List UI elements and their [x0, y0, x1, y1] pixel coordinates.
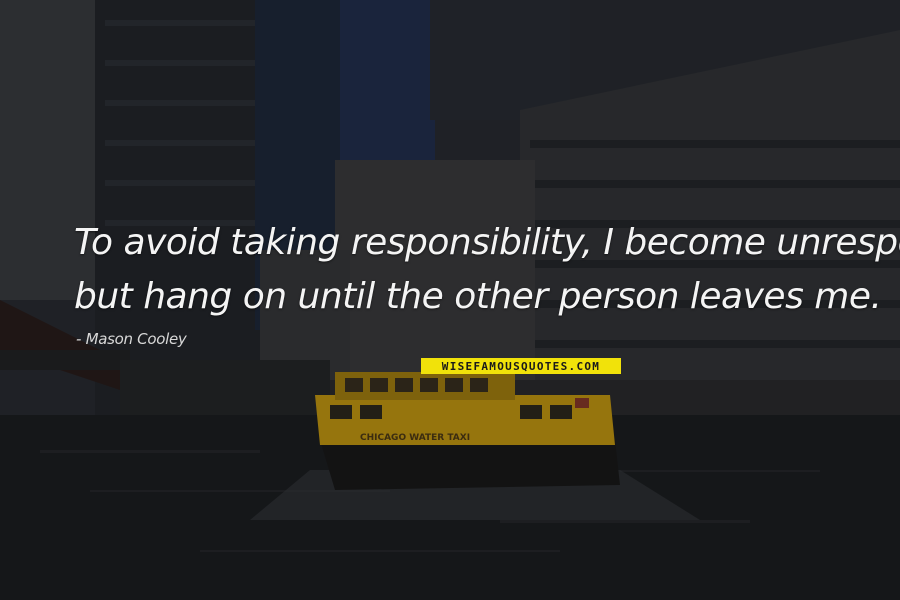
- quote-line-1: To avoid taking responsibility, I become…: [74, 222, 900, 263]
- quote-line-2: but hang on until the other person leave…: [74, 276, 882, 317]
- quote-author: - Mason Cooley: [76, 330, 187, 348]
- quote-text: To avoid taking responsibility, I become…: [74, 216, 900, 324]
- quote-image: CHICAGO WATER TAXI To avoid taking respo…: [0, 0, 900, 600]
- watermark-logo: WISEFAMOUSQUOTES.COM: [421, 358, 621, 374]
- boat-text: CHICAGO WATER TAXI: [360, 433, 470, 443]
